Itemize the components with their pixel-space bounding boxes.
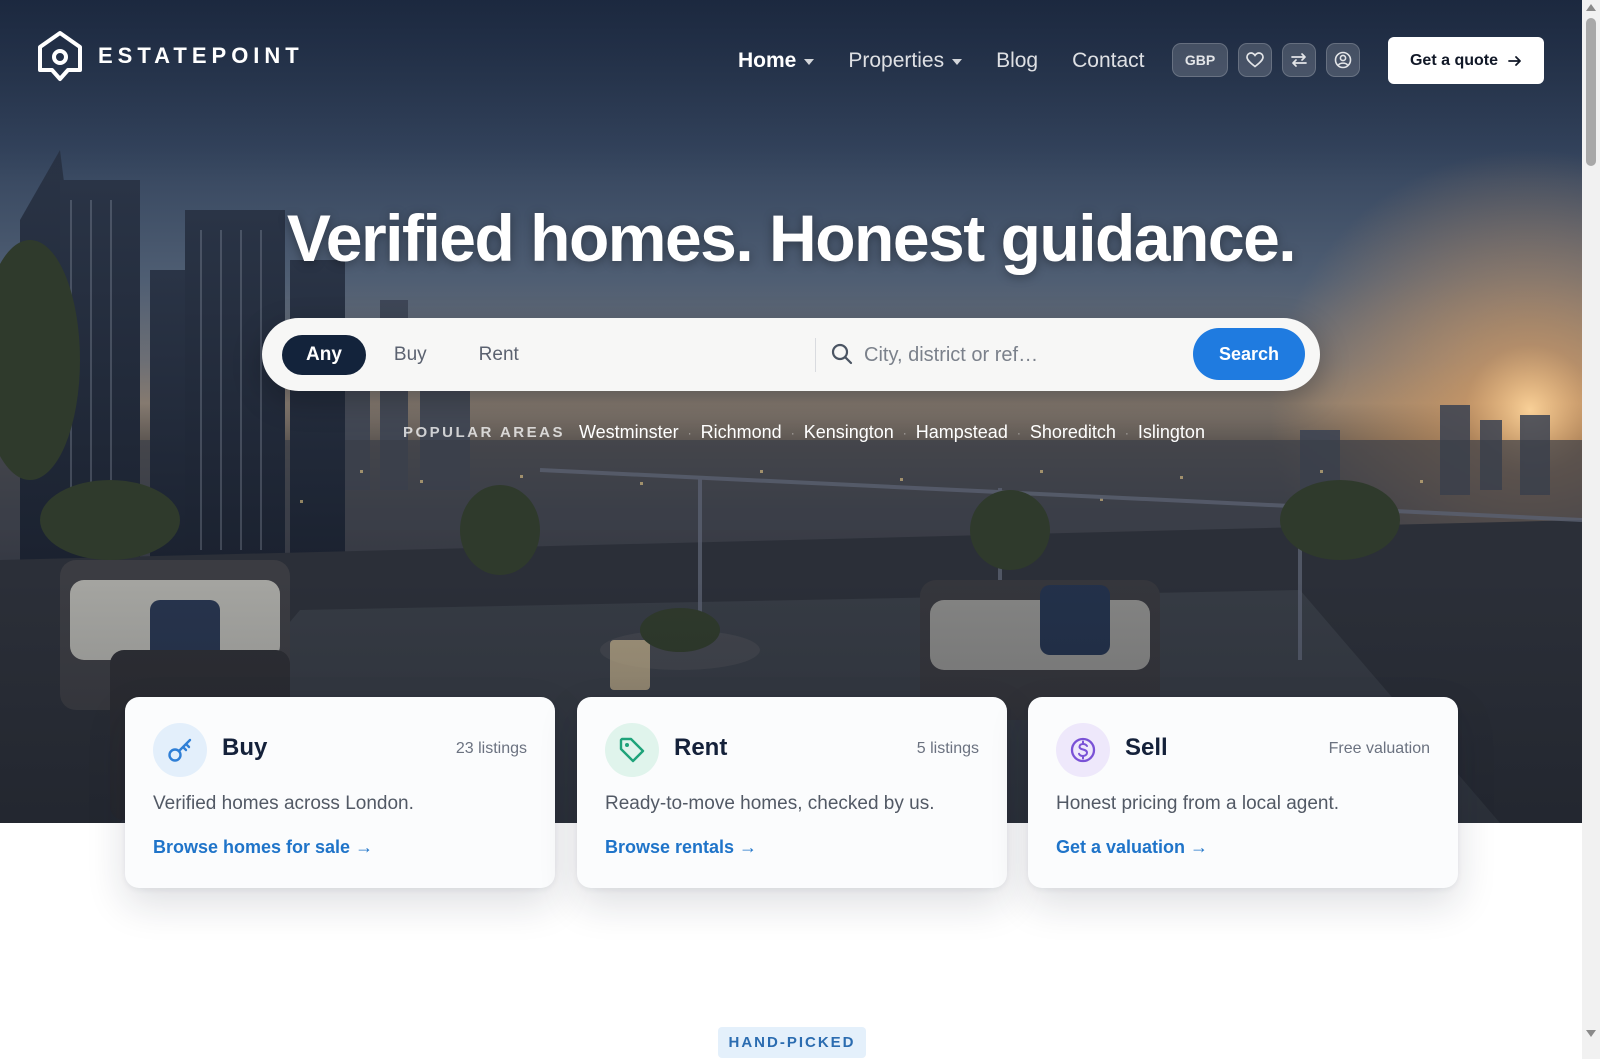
coin-icon [1056, 723, 1110, 777]
scroll-down-arrow-icon[interactable] [1586, 1030, 1596, 1037]
card-description: Verified homes across London. [153, 793, 414, 814]
get-quote-label: Get a quote [1409, 51, 1498, 69]
separator-dot: · [687, 425, 692, 440]
card-title: Buy [222, 734, 268, 761]
search-input[interactable] [862, 334, 1426, 376]
separator-dot: · [1016, 425, 1021, 440]
area-link[interactable]: Shoreditch [1030, 422, 1116, 443]
currency-selector[interactable]: GBP [1172, 43, 1228, 77]
card-meta: 23 listings [455, 740, 527, 757]
segment-rent[interactable]: Rent [455, 335, 543, 375]
card-meta: Free valuation [1328, 740, 1430, 757]
page-scrollbar[interactable] [1582, 0, 1600, 1059]
listing-type-segment: Any Buy Rent [282, 331, 800, 378]
area-link[interactable]: Hampstead [916, 422, 1008, 443]
area-link[interactable]: Kensington [804, 422, 894, 443]
nav-item-label: Properties [848, 49, 945, 72]
segment-buy[interactable]: Buy [370, 335, 451, 375]
account-button[interactable] [1326, 43, 1360, 77]
search-bar: Any Buy Rent Search [262, 318, 1426, 391]
main-nav: Home Properties Blog Contact [738, 46, 1178, 76]
search-divider [815, 338, 816, 372]
area-link[interactable]: Richmond [701, 422, 782, 443]
area-link[interactable]: Islington [1138, 422, 1205, 443]
nav-item-label: Blog [996, 49, 1039, 72]
section-eyebrow-badge: HAND-PICKED [718, 1027, 866, 1058]
sell-card[interactable]: Sell Free valuation Honest pricing from … [1028, 697, 1458, 888]
area-link[interactable]: Westminster [579, 422, 679, 443]
card-description: Honest pricing from a local agent. [1056, 793, 1340, 814]
card-meta: 5 listings [916, 740, 979, 757]
compare-arrows-icon [1291, 53, 1307, 67]
search-button[interactable]: Search [1193, 328, 1305, 380]
card-description: Ready-to-move homes, checked by us. [605, 793, 935, 814]
browse-rentals-link[interactable]: Browse rentals → [605, 837, 757, 858]
heart-icon [1246, 52, 1264, 68]
favorites-button[interactable] [1238, 43, 1272, 77]
scrollbar-thumb[interactable] [1586, 18, 1596, 166]
tag-icon [605, 723, 659, 777]
user-icon [1334, 51, 1352, 69]
brand-logo[interactable]: ESTATEPOINT [36, 30, 304, 82]
separator-dot: · [1124, 425, 1129, 440]
hero-headline: Verified homes. Honest guidance. [286, 201, 1297, 275]
separator-dot: · [790, 425, 795, 440]
nav-item-properties[interactable]: Properties [848, 46, 963, 76]
scroll-up-arrow-icon[interactable] [1586, 4, 1596, 11]
segment-any[interactable]: Any [282, 334, 366, 375]
rent-card[interactable]: Rent 5 listings Ready-to-move homes, che… [577, 697, 1007, 888]
nav-tools: GBP [1172, 43, 1360, 77]
buy-card[interactable]: Buy 23 listings Verified homes across Lo… [125, 697, 555, 888]
popular-areas: POPULAR AREAS Westminster · Richmond · K… [403, 422, 1205, 443]
chevron-down-icon [804, 59, 815, 65]
browse-homes-link[interactable]: Browse homes for sale → [153, 837, 373, 858]
nav-item-label: Home [738, 49, 797, 72]
brand-name: ESTATEPOINT [98, 43, 304, 68]
nav-item-label: Contact [1072, 49, 1145, 72]
compare-button[interactable] [1282, 43, 1316, 77]
card-title: Sell [1125, 734, 1168, 761]
popular-areas-label: POPULAR AREAS [403, 424, 565, 441]
card-title: Rent [674, 734, 728, 761]
nav-item-home[interactable]: Home [738, 46, 815, 76]
nav-item-contact[interactable]: Contact [1072, 46, 1144, 76]
separator-dot: · [902, 425, 907, 440]
get-quote-button[interactable]: Get a quote [1388, 37, 1544, 84]
nav-item-blog[interactable]: Blog [996, 46, 1038, 76]
search-icon [830, 342, 854, 371]
key-icon [153, 723, 207, 777]
home-pin-logo-icon [38, 31, 82, 81]
chevron-down-icon [952, 59, 963, 65]
arrow-right-icon [1508, 55, 1521, 66]
get-valuation-link[interactable]: Get a valuation → [1056, 837, 1208, 858]
